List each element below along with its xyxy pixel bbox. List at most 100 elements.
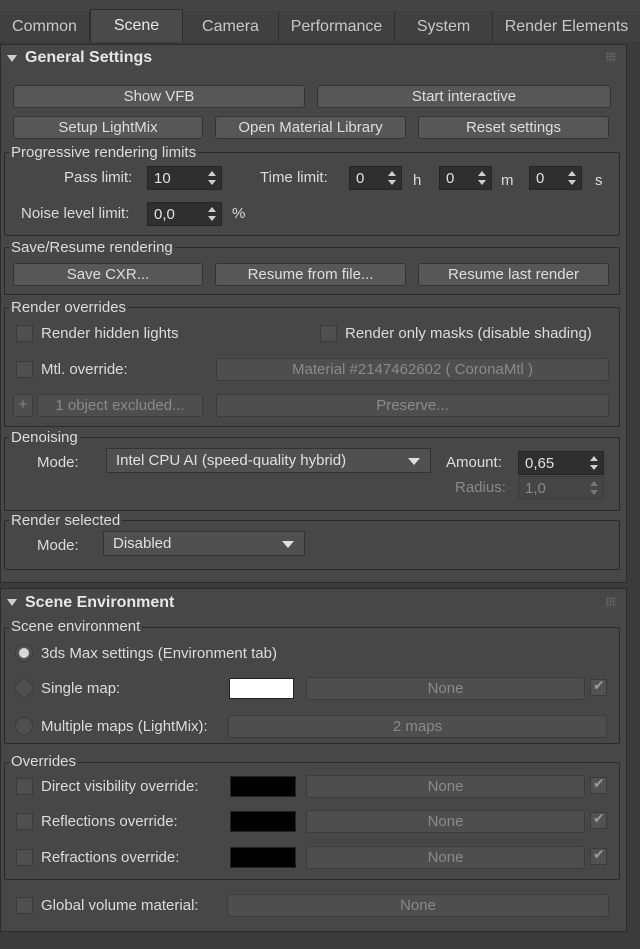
amount-spinner[interactable]: 0,65 xyxy=(518,451,604,475)
refractions-override-checkbox[interactable] xyxy=(16,849,33,866)
render-only-masks-checkbox[interactable] xyxy=(320,325,337,342)
save-resume-title: Save/Resume rendering xyxy=(9,239,175,257)
single-map-color-swatch[interactable] xyxy=(229,678,294,699)
tab-common[interactable]: Common xyxy=(0,11,90,42)
seconds-spinner[interactable]: 0 xyxy=(529,166,582,190)
save-cxr-button[interactable]: Save CXR... xyxy=(13,263,203,286)
minutes-unit: m xyxy=(501,172,514,189)
global-volume-label: Global volume material: xyxy=(41,897,199,914)
radius-value: 1,0 xyxy=(525,480,546,497)
pass-limit-label: Pass limit: xyxy=(64,169,133,186)
grip-icon[interactable] xyxy=(606,597,616,607)
reflections-color-swatch[interactable] xyxy=(230,811,296,832)
reflections-override-label: Reflections override: xyxy=(41,813,178,830)
time-limit-label: Time limit: xyxy=(260,169,328,186)
tab-scene[interactable]: Scene xyxy=(90,9,183,42)
env-multiple-maps-label: Multiple maps (LightMix): xyxy=(41,718,208,735)
progressive-limits-title: Progressive rendering limits xyxy=(9,144,199,162)
tab-system[interactable]: System xyxy=(395,11,493,42)
env-single-map-label: Single map: xyxy=(41,680,121,697)
global-volume-checkbox[interactable] xyxy=(16,897,33,914)
minutes-spinner[interactable]: 0 xyxy=(439,166,492,190)
tab-render-elements[interactable]: Render Elements xyxy=(493,11,640,42)
mtl-override-label: Mtl. override: xyxy=(41,361,128,378)
spinner-arrows-icon[interactable] xyxy=(208,171,216,186)
direct-visibility-checkbox[interactable] xyxy=(16,778,33,795)
render-selected-mode-value: Disabled xyxy=(113,535,172,552)
radius-spinner[interactable]: 1,0 xyxy=(518,476,604,500)
spinner-arrows-icon[interactable] xyxy=(590,481,598,496)
chevron-down-icon xyxy=(408,458,420,465)
hours-value: 0 xyxy=(356,170,365,187)
tab-performance[interactable]: Performance xyxy=(279,11,395,42)
hours-spinner[interactable]: 0 xyxy=(349,166,402,190)
refractions-override-label: Refractions override: xyxy=(41,849,180,866)
scene-environment-title[interactable]: Scene Environment xyxy=(25,594,174,612)
setup-lightmix-button[interactable]: Setup LightMix xyxy=(13,116,203,139)
collapse-triangle-icon[interactable] xyxy=(7,55,17,62)
render-selected-mode-label: Mode: xyxy=(37,537,79,554)
direct-visibility-toggle-checkbox[interactable] xyxy=(590,776,607,794)
render-hidden-lights-checkbox[interactable] xyxy=(16,325,33,342)
render-selected-mode-dropdown[interactable]: Disabled xyxy=(103,531,305,556)
env-multiple-maps-radio[interactable] xyxy=(15,717,33,735)
reflections-toggle-checkbox[interactable] xyxy=(590,811,607,829)
add-exclusion-button[interactable]: + xyxy=(13,394,33,417)
single-map-toggle-checkbox[interactable] xyxy=(590,678,607,696)
noise-level-label: Noise level limit: xyxy=(21,205,130,222)
denoising-title: Denoising xyxy=(9,429,80,447)
multiple-maps-button[interactable]: 2 maps xyxy=(228,715,607,738)
general-settings-title[interactable]: General Settings xyxy=(25,49,152,67)
tab-camera[interactable]: Camera xyxy=(183,11,279,42)
reflections-map-button[interactable]: None xyxy=(306,810,585,833)
env-3dsmax-radio[interactable] xyxy=(15,644,33,662)
amount-label: Amount: xyxy=(446,454,502,471)
grip-icon[interactable] xyxy=(606,52,616,62)
chevron-down-icon xyxy=(282,541,294,548)
pass-limit-value: 10 xyxy=(154,170,171,187)
reflections-override-checkbox[interactable] xyxy=(16,813,33,830)
spinner-arrows-icon[interactable] xyxy=(208,207,216,222)
resume-last-render-button[interactable]: Resume last render xyxy=(418,263,609,286)
spinner-arrows-icon[interactable] xyxy=(590,456,598,471)
collapse-triangle-icon[interactable] xyxy=(7,599,17,606)
render-only-masks-label: Render only masks (disable shading) xyxy=(345,325,592,342)
refractions-color-swatch[interactable] xyxy=(230,847,296,868)
denoising-mode-value: Intel CPU AI (speed-quality hybrid) xyxy=(116,452,347,469)
excluded-objects-button[interactable]: 1 object excluded... xyxy=(37,394,203,417)
spinner-arrows-icon[interactable] xyxy=(388,171,396,186)
progressive-limits-group xyxy=(4,152,620,236)
pass-limit-spinner[interactable]: 10 xyxy=(147,166,222,190)
direct-visibility-color-swatch[interactable] xyxy=(230,776,296,797)
amount-value: 0,65 xyxy=(525,455,555,472)
show-vfb-button[interactable]: Show VFB xyxy=(13,85,305,108)
start-interactive-button[interactable]: Start interactive xyxy=(317,85,611,108)
scene-environment-group-title: Scene environment xyxy=(9,618,143,636)
noise-level-spinner[interactable]: 0,0 xyxy=(147,202,222,226)
seconds-value: 0 xyxy=(536,170,545,187)
refractions-map-button[interactable]: None xyxy=(306,846,585,869)
render-selected-title: Render selected xyxy=(9,512,123,530)
env-overrides-title: Overrides xyxy=(9,753,79,771)
render-overrides-title: Render overrides xyxy=(9,299,129,317)
denoising-mode-dropdown[interactable]: Intel CPU AI (speed-quality hybrid) xyxy=(106,448,431,473)
noise-level-value: 0,0 xyxy=(154,206,175,223)
open-material-library-button[interactable]: Open Material Library xyxy=(215,116,406,139)
resume-from-file-button[interactable]: Resume from file... xyxy=(215,263,406,286)
single-map-button[interactable]: None xyxy=(306,677,585,700)
radius-label: Radius: xyxy=(455,479,506,496)
minutes-value: 0 xyxy=(446,170,455,187)
direct-visibility-label: Direct visibility override: xyxy=(41,778,199,795)
mtl-override-checkbox[interactable] xyxy=(16,361,33,378)
preserve-button[interactable]: Preserve... xyxy=(216,394,609,417)
mtl-override-material-button[interactable]: Material #2147462602 ( CoronaMtl ) xyxy=(216,358,609,381)
direct-visibility-map-button[interactable]: None xyxy=(306,775,585,798)
global-volume-material-button[interactable]: None xyxy=(227,894,609,917)
render-hidden-lights-label: Render hidden lights xyxy=(41,325,179,342)
reset-settings-button[interactable]: Reset settings xyxy=(418,116,609,139)
spinner-arrows-icon[interactable] xyxy=(568,171,576,186)
refractions-toggle-checkbox[interactable] xyxy=(590,847,607,865)
env-3dsmax-label: 3ds Max settings (Environment tab) xyxy=(41,645,277,662)
spinner-arrows-icon[interactable] xyxy=(478,171,486,186)
env-single-map-radio[interactable] xyxy=(15,679,33,697)
